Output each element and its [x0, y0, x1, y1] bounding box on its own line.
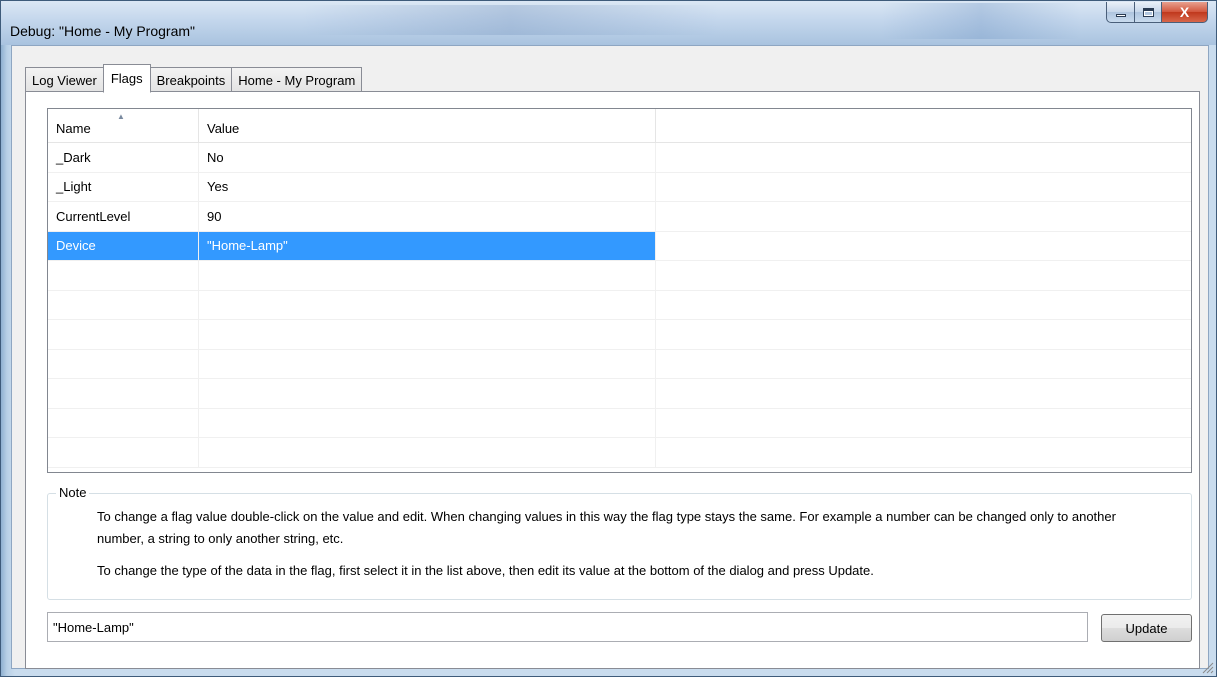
list-header: ▲ Name Value [48, 109, 1191, 143]
minimize-button[interactable] [1106, 2, 1135, 23]
tab-flags[interactable]: Flags [102, 64, 151, 93]
column-header-filler [656, 109, 1191, 143]
empty-row [48, 349, 1191, 379]
tab-breakpoints[interactable]: Breakpoints [149, 67, 233, 92]
flag-name-cell[interactable]: CurrentLevel [48, 202, 199, 231]
list-body: _Dark No _Light Yes CurrentLevel 90 Devi… [48, 143, 1191, 468]
dialog-client-area: Log Viewer Flags Breakpoints Home - My P… [11, 45, 1209, 669]
flags-list[interactable]: ▲ Name Value _Dark No _Light Yes Current… [47, 108, 1192, 473]
note-text-type-instructions: To change the type of the data in the fl… [97, 563, 874, 578]
resize-grip-icon[interactable] [1200, 660, 1214, 674]
empty-cell [656, 202, 1191, 231]
flag-name-cell[interactable]: _Light [48, 172, 199, 201]
column-header-label: Name [56, 121, 91, 136]
note-legend: Note [56, 485, 90, 500]
sort-ascending-icon: ▲ [117, 112, 125, 121]
minimize-icon [1115, 13, 1126, 17]
flags-tab-panel: ▲ Name Value _Dark No _Light Yes Current… [25, 91, 1200, 669]
tab-strip: Log Viewer Flags Breakpoints Home - My P… [25, 63, 363, 93]
column-header-label: Value [207, 121, 240, 136]
titlebar-glass [881, 3, 1081, 39]
column-header-name[interactable]: ▲ Name [48, 109, 199, 143]
flag-value-cell[interactable]: "Home-Lamp" [199, 231, 656, 260]
window-title: Debug: "Home - My Program" [10, 23, 195, 39]
list-row[interactable]: _Dark No [48, 143, 1191, 173]
close-icon: X [1179, 4, 1190, 20]
note-text-edit-instructions: To change a flag value double-click on t… [97, 509, 1116, 546]
list-row-selected[interactable]: Device "Home-Lamp" [48, 231, 1191, 261]
maximize-icon [1142, 7, 1154, 17]
empty-row [48, 261, 1191, 291]
column-header-value[interactable]: Value [199, 109, 656, 143]
list-row[interactable]: _Light Yes [48, 172, 1191, 202]
flag-name-cell[interactable]: _Dark [48, 143, 199, 172]
tab-home-my-program[interactable]: Home - My Program [231, 67, 363, 92]
flag-value-cell[interactable]: No [199, 143, 656, 172]
empty-cell [656, 232, 1191, 261]
title-bar[interactable]: Debug: "Home - My Program" X [1, 1, 1216, 45]
maximize-button[interactable] [1135, 2, 1162, 23]
empty-row [48, 408, 1191, 438]
flag-value-input[interactable] [47, 612, 1088, 642]
empty-row [48, 438, 1191, 468]
empty-cell [656, 173, 1191, 202]
empty-row [48, 379, 1191, 409]
list-row[interactable]: CurrentLevel 90 [48, 202, 1191, 232]
tab-log-viewer[interactable]: Log Viewer [25, 67, 104, 92]
flag-value-cell[interactable]: Yes [199, 172, 656, 201]
note-groupbox: Note To change a flag value double-click… [47, 485, 1192, 600]
debug-window: Debug: "Home - My Program" X Log Viewer … [0, 0, 1217, 677]
empty-cell [656, 143, 1191, 172]
empty-row [48, 290, 1191, 320]
flag-value-cell[interactable]: 90 [199, 202, 656, 231]
update-button[interactable]: Update [1101, 614, 1192, 642]
titlebar-glass [301, 5, 721, 35]
caption-buttons: X [1106, 2, 1208, 23]
close-button[interactable]: X [1162, 2, 1208, 23]
flag-name-cell[interactable]: Device [48, 231, 199, 260]
empty-row [48, 320, 1191, 350]
